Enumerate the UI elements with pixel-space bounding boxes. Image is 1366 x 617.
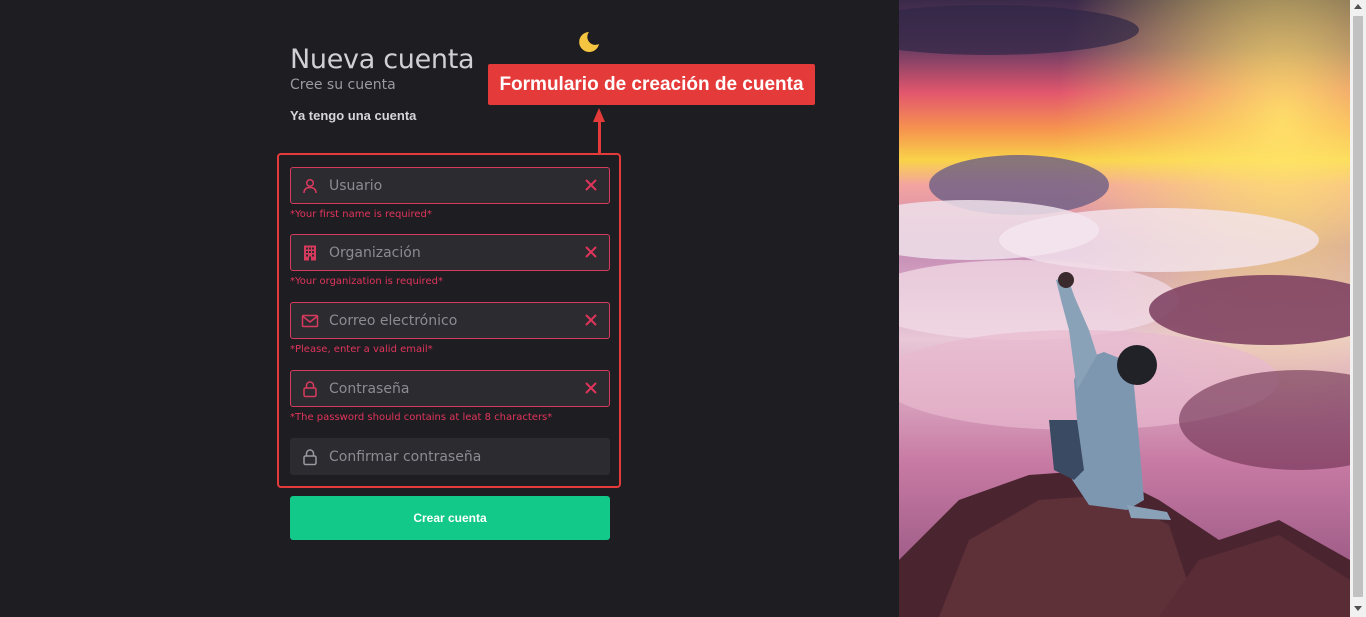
clear-icon[interactable] (583, 312, 599, 328)
username-error: *Your first name is required* (290, 209, 432, 220)
clear-icon[interactable] (583, 244, 599, 260)
confirm-password-input[interactable] (329, 439, 569, 474)
clear-icon[interactable] (583, 177, 599, 193)
password-input[interactable] (329, 371, 569, 406)
scrollbar[interactable] (1350, 0, 1366, 617)
create-account-button[interactable]: Crear cuenta (290, 496, 610, 540)
mail-icon (301, 314, 319, 328)
scrollbar-thumb[interactable] (1353, 16, 1363, 597)
email-error: *Please, enter a valid email* (290, 344, 433, 355)
annotation-callout: Formulario de creación de cuenta (488, 64, 815, 105)
moon-icon[interactable] (575, 29, 601, 55)
organization-input[interactable] (329, 235, 569, 270)
organization-field (290, 234, 610, 271)
password-field (290, 370, 610, 407)
page-title: Nueva cuenta (290, 44, 475, 75)
lock-icon (303, 449, 317, 466)
lock-icon (303, 381, 317, 398)
email-input[interactable] (329, 303, 569, 338)
signup-panel: Nueva cuenta Cree su cuenta Ya tengo una… (0, 0, 899, 617)
annotation-arrow (598, 120, 601, 153)
username-field (290, 167, 610, 204)
building-icon (304, 245, 316, 261)
clear-icon[interactable] (583, 380, 599, 396)
password-error: *The password should contains at leat 8 … (290, 412, 553, 423)
hero-image (899, 0, 1350, 617)
username-input[interactable] (329, 168, 569, 203)
scroll-down-arrow-icon[interactable] (1354, 606, 1362, 611)
annotation-label: Formulario de creación de cuenta (499, 73, 804, 95)
confirm-password-field (290, 438, 610, 475)
login-link[interactable]: Ya tengo una cuenta (290, 108, 416, 123)
scroll-up-arrow-icon[interactable] (1354, 4, 1362, 9)
email-field (290, 302, 610, 339)
user-icon (303, 178, 317, 194)
organization-error: *Your organization is required* (290, 276, 443, 287)
page-subtitle: Cree su cuenta (290, 77, 396, 93)
